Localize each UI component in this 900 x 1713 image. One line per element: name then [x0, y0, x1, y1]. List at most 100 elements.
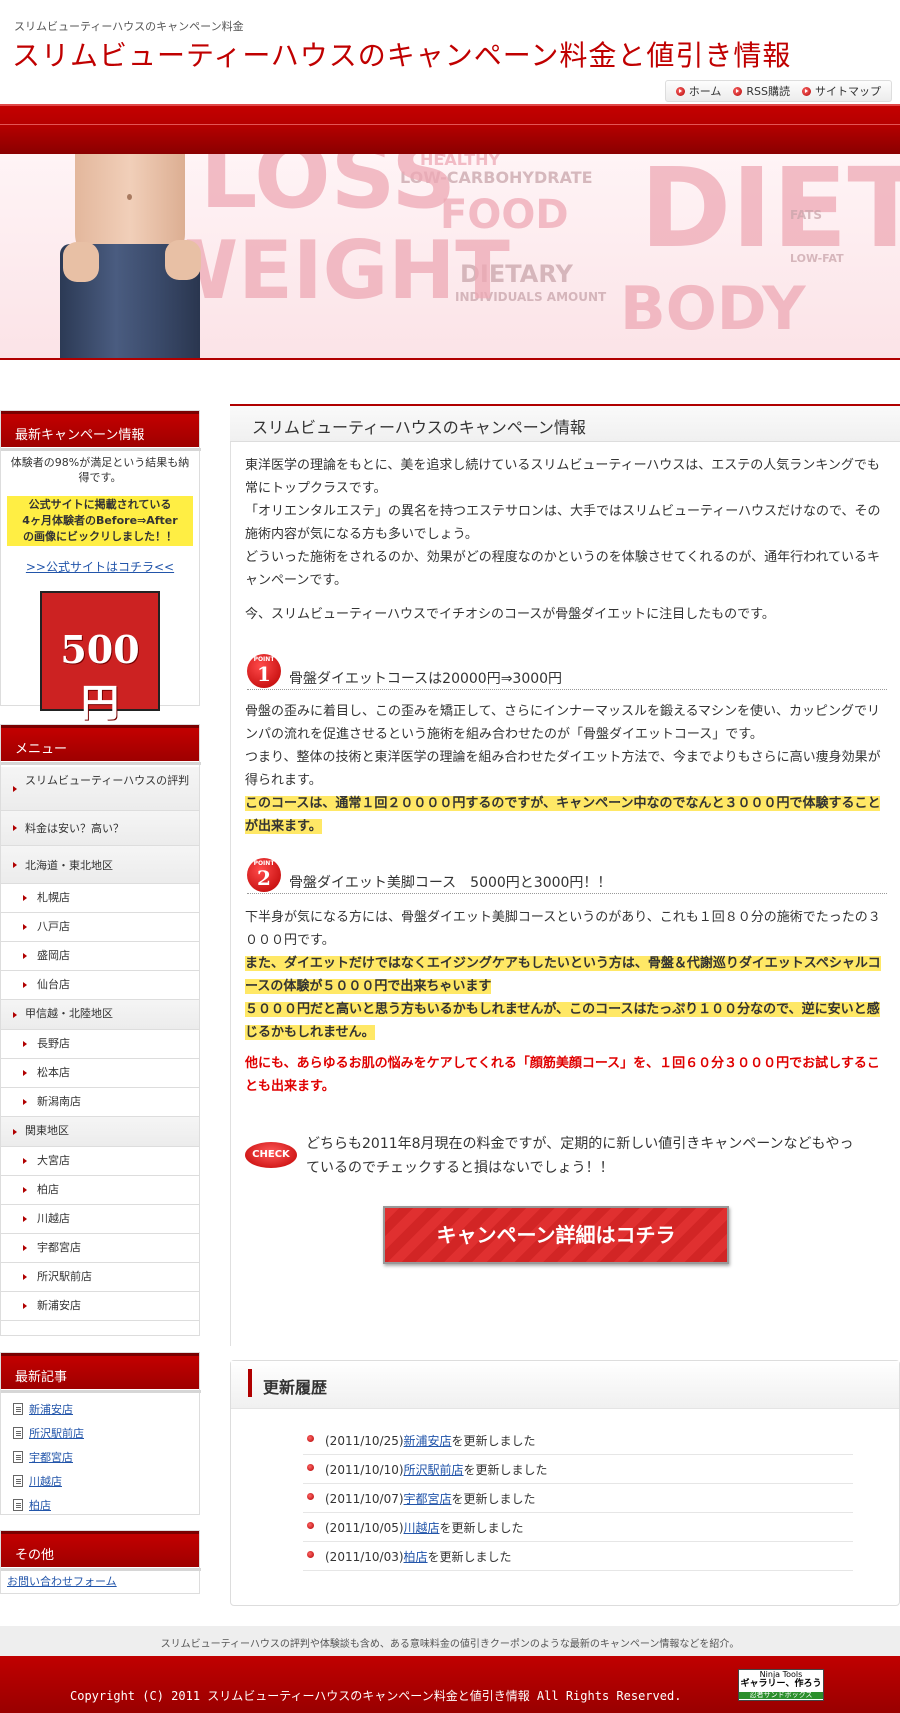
nav-rss-link[interactable]: RSS購読	[733, 83, 790, 99]
history-link[interactable]: 宇都宮店	[404, 1492, 452, 1506]
menu-item-store[interactable]: 長野店	[1, 1030, 199, 1059]
campaign-highlight-line: 公式サイトに掲載されている	[28, 497, 172, 511]
ninja-tools-badge[interactable]: Ninja Tools ギャラリー、作ろう 忍者サンドボックス	[738, 1669, 824, 1701]
recent-post-item: 柏店	[1, 1493, 199, 1517]
menu-item-store[interactable]: 仙台店	[1, 971, 199, 1000]
document-icon	[13, 1475, 23, 1487]
document-icon	[13, 1451, 23, 1463]
hero-word: BODY	[620, 274, 806, 344]
menu-item-store[interactable]: 札幌店	[1, 884, 199, 913]
point-highlight: また、ダイエットだけではなくエイジングケアもしたいという方は、骨盤＆代謝巡りダイ…	[245, 956, 881, 994]
top-navigation: ホーム RSS購読 サイトマップ	[664, 80, 892, 102]
intro-text: 東洋医学の理論をもとに、美を追求し続けているスリムビューティーハウスは、エステの…	[245, 458, 880, 496]
recent-posts-heading: 最新記事	[1, 1353, 201, 1393]
campaign-highlight: 公式サイトに掲載されている 4ヶ月体験者のBefore⇒After の画像にビッ…	[7, 495, 193, 546]
price-500-banner[interactable]: 500円	[40, 590, 160, 725]
point-1-title: 骨盤ダイエットコースは20000円⇒3000円	[289, 671, 563, 687]
model-hand-left	[63, 242, 99, 282]
footer-description: スリムビューティーハウスの評判や体験談も含め、ある意味料金の値引きクーポンのよう…	[0, 1626, 900, 1656]
campaign-details-button[interactable]: キャンペーン詳細はコチラ	[383, 1206, 729, 1264]
menu-item-region[interactable]: 北海道・東北地区	[1, 846, 199, 884]
recent-post-link[interactable]: 柏店	[29, 1497, 51, 1513]
campaign-text: 体験者の98%が満足という結果も納得です。	[10, 456, 190, 485]
hero-word: LOSS	[200, 154, 457, 229]
site-title[interactable]: スリムビューティーハウスのキャンペーン料金と値引き情報	[12, 34, 791, 74]
history-date: (2011/10/05)	[325, 1521, 404, 1535]
history-item: (2011/10/03)柏店を更新しました	[303, 1541, 853, 1571]
history-suffix: を更新しました	[451, 1434, 536, 1448]
contact-form-link[interactable]: お問い合わせフォーム	[1, 1567, 199, 1595]
check-icon: CHECK	[245, 1142, 297, 1168]
recent-post-item: 川越店	[1, 1469, 199, 1493]
other-heading: その他	[1, 1531, 201, 1571]
menu-item-region[interactable]: 甲信越・北陸地区	[1, 1000, 199, 1030]
history-link[interactable]: 所沢駅前店	[404, 1463, 464, 1477]
point-1-body: 骨盤の歪みに着目し、この歪みを矯正して、さらにインナーマッスルを鍛えるマシンを使…	[245, 700, 885, 838]
menu-item-reputation[interactable]: スリムビューティーハウスの評判	[1, 767, 199, 811]
recent-post-link[interactable]: 宇都宮店	[29, 1449, 73, 1465]
history-link[interactable]: 川越店	[404, 1521, 440, 1535]
official-site-link[interactable]: >>公式サイトはコチラ<<	[26, 560, 174, 574]
history-item: (2011/10/10)所沢駅前店を更新しました	[303, 1454, 853, 1484]
history-item: (2011/10/07)宇都宮店を更新しました	[303, 1483, 853, 1513]
recent-post-link[interactable]: 所沢駅前店	[29, 1425, 84, 1441]
menu-item-store[interactable]: 所沢駅前店	[1, 1263, 199, 1292]
nav-home-label: ホーム	[688, 85, 722, 98]
history-link[interactable]: 新浦安店	[404, 1434, 452, 1448]
update-history-header: 更新履歴	[231, 1361, 899, 1409]
copyright-text: Copyright (C) 2011 スリムビューティーハウスのキャンペーン料金…	[70, 1689, 682, 1703]
menu-item-store[interactable]: 盛岡店	[1, 942, 199, 971]
recent-post-link[interactable]: 川越店	[29, 1473, 62, 1489]
menu-item-store[interactable]: 新浦安店	[1, 1292, 199, 1321]
menu-item-store[interactable]: 新潟南店	[1, 1088, 199, 1117]
history-suffix: を更新しました	[427, 1550, 512, 1564]
ninja-badge-bottom: 忍者サンドボックス	[739, 1691, 823, 1700]
menu-item-store[interactable]: 松本店	[1, 1059, 199, 1088]
recent-post-item: 新浦安店	[1, 1397, 199, 1421]
model-navel	[127, 194, 132, 200]
site-description: スリムビューティーハウスのキャンペーン料金	[14, 20, 244, 33]
campaign-highlight-line: の画像にビックリしました！！	[23, 529, 177, 543]
history-suffix: を更新しました	[463, 1463, 548, 1477]
intro-text: 「オリエンタルエステ」の異名を持つエステサロンは、大手ではスリムビューティーハウ…	[245, 504, 881, 542]
nav-rss-label: RSS購読	[746, 85, 790, 98]
ninja-badge-mid: ギャラリー、作ろう	[740, 1678, 822, 1689]
nav-sitemap-link[interactable]: サイトマップ	[802, 83, 881, 99]
point-text: 下半身が気になる方には、骨盤ダイエット美脚コースというのがあり、これも１回８０分…	[245, 910, 881, 948]
nav-home-link[interactable]: ホーム	[675, 83, 722, 99]
site-header: スリムビューティーハウスのキャンペーン料金 スリムビューティーハウスのキャンペー…	[0, 0, 900, 104]
point-text: 骨盤の歪みに着目し、この歪みを矯正して、さらにインナーマッスルを鍛えるマシンを使…	[245, 704, 881, 742]
point-highlight: このコースは、通常１回２００００円するのですが、キャンペーン中なのでなんと３００…	[245, 796, 881, 834]
recent-post-item: 宇都宮店	[1, 1445, 199, 1469]
campaign-highlight-line: 4ヶ月体験者のBefore⇒After	[22, 513, 178, 527]
history-item: (2011/10/05)川越店を更新しました	[303, 1512, 853, 1542]
point-number: 2	[257, 866, 271, 890]
menu-item-store[interactable]: 八戸店	[1, 913, 199, 942]
point-2-title: 骨盤ダイエット美脚コース 5000円と3000円！！	[289, 875, 612, 891]
history-date: (2011/10/07)	[325, 1492, 404, 1506]
menu-item-store[interactable]: 柏店	[1, 1176, 199, 1205]
recent-post-link[interactable]: 新浦安店	[29, 1401, 73, 1417]
menu-item-store[interactable]: 川越店	[1, 1205, 199, 1234]
site-footer: Copyright (C) 2011 スリムビューティーハウスのキャンペーン料金…	[0, 1656, 900, 1713]
official-site-link-wrap: >>公式サイトはコチラ<<	[1, 558, 199, 575]
history-date: (2011/10/25)	[325, 1434, 404, 1448]
recent-post-item: 所沢駅前店	[1, 1421, 199, 1445]
intro-text: どういった施術をされるのか、効果がどの程度なのかというのを体験させてくれるのが、…	[245, 550, 881, 588]
campaign-box: 最新キャンペーン情報 体験者の98%が満足という結果も納得です。 公式サイトに掲…	[0, 410, 201, 725]
history-date: (2011/10/10)	[325, 1463, 404, 1477]
history-link[interactable]: 柏店	[404, 1550, 428, 1564]
menu-item-price[interactable]: 料金は安い？高い？	[1, 811, 199, 846]
point-2-icon: POINT 2	[247, 858, 281, 892]
point-number: 1	[257, 662, 271, 686]
intro-focus: 今、スリムビューティーハウスでイチオシのコースが骨盤ダイエットに注目したものです…	[245, 607, 775, 622]
menu-item-region[interactable]: 関東地区	[1, 1117, 199, 1147]
point-2-body: 下半身が気になる方には、骨盤ダイエット美脚コースというのがあり、これも１回８０分…	[245, 906, 885, 1044]
model-hand-right	[165, 240, 201, 280]
model-photo	[55, 154, 205, 358]
update-history-box: 更新履歴 (2011/10/25)新浦安店を更新しました (2011/10/10…	[230, 1360, 900, 1606]
point-1-heading: POINT 1 骨盤ダイエットコースは20000円⇒3000円	[247, 654, 887, 690]
menu-item-store[interactable]: 宇都宮店	[1, 1234, 199, 1263]
menu-item-store[interactable]: 大宮店	[1, 1147, 199, 1176]
history-suffix: を更新しました	[451, 1492, 536, 1506]
